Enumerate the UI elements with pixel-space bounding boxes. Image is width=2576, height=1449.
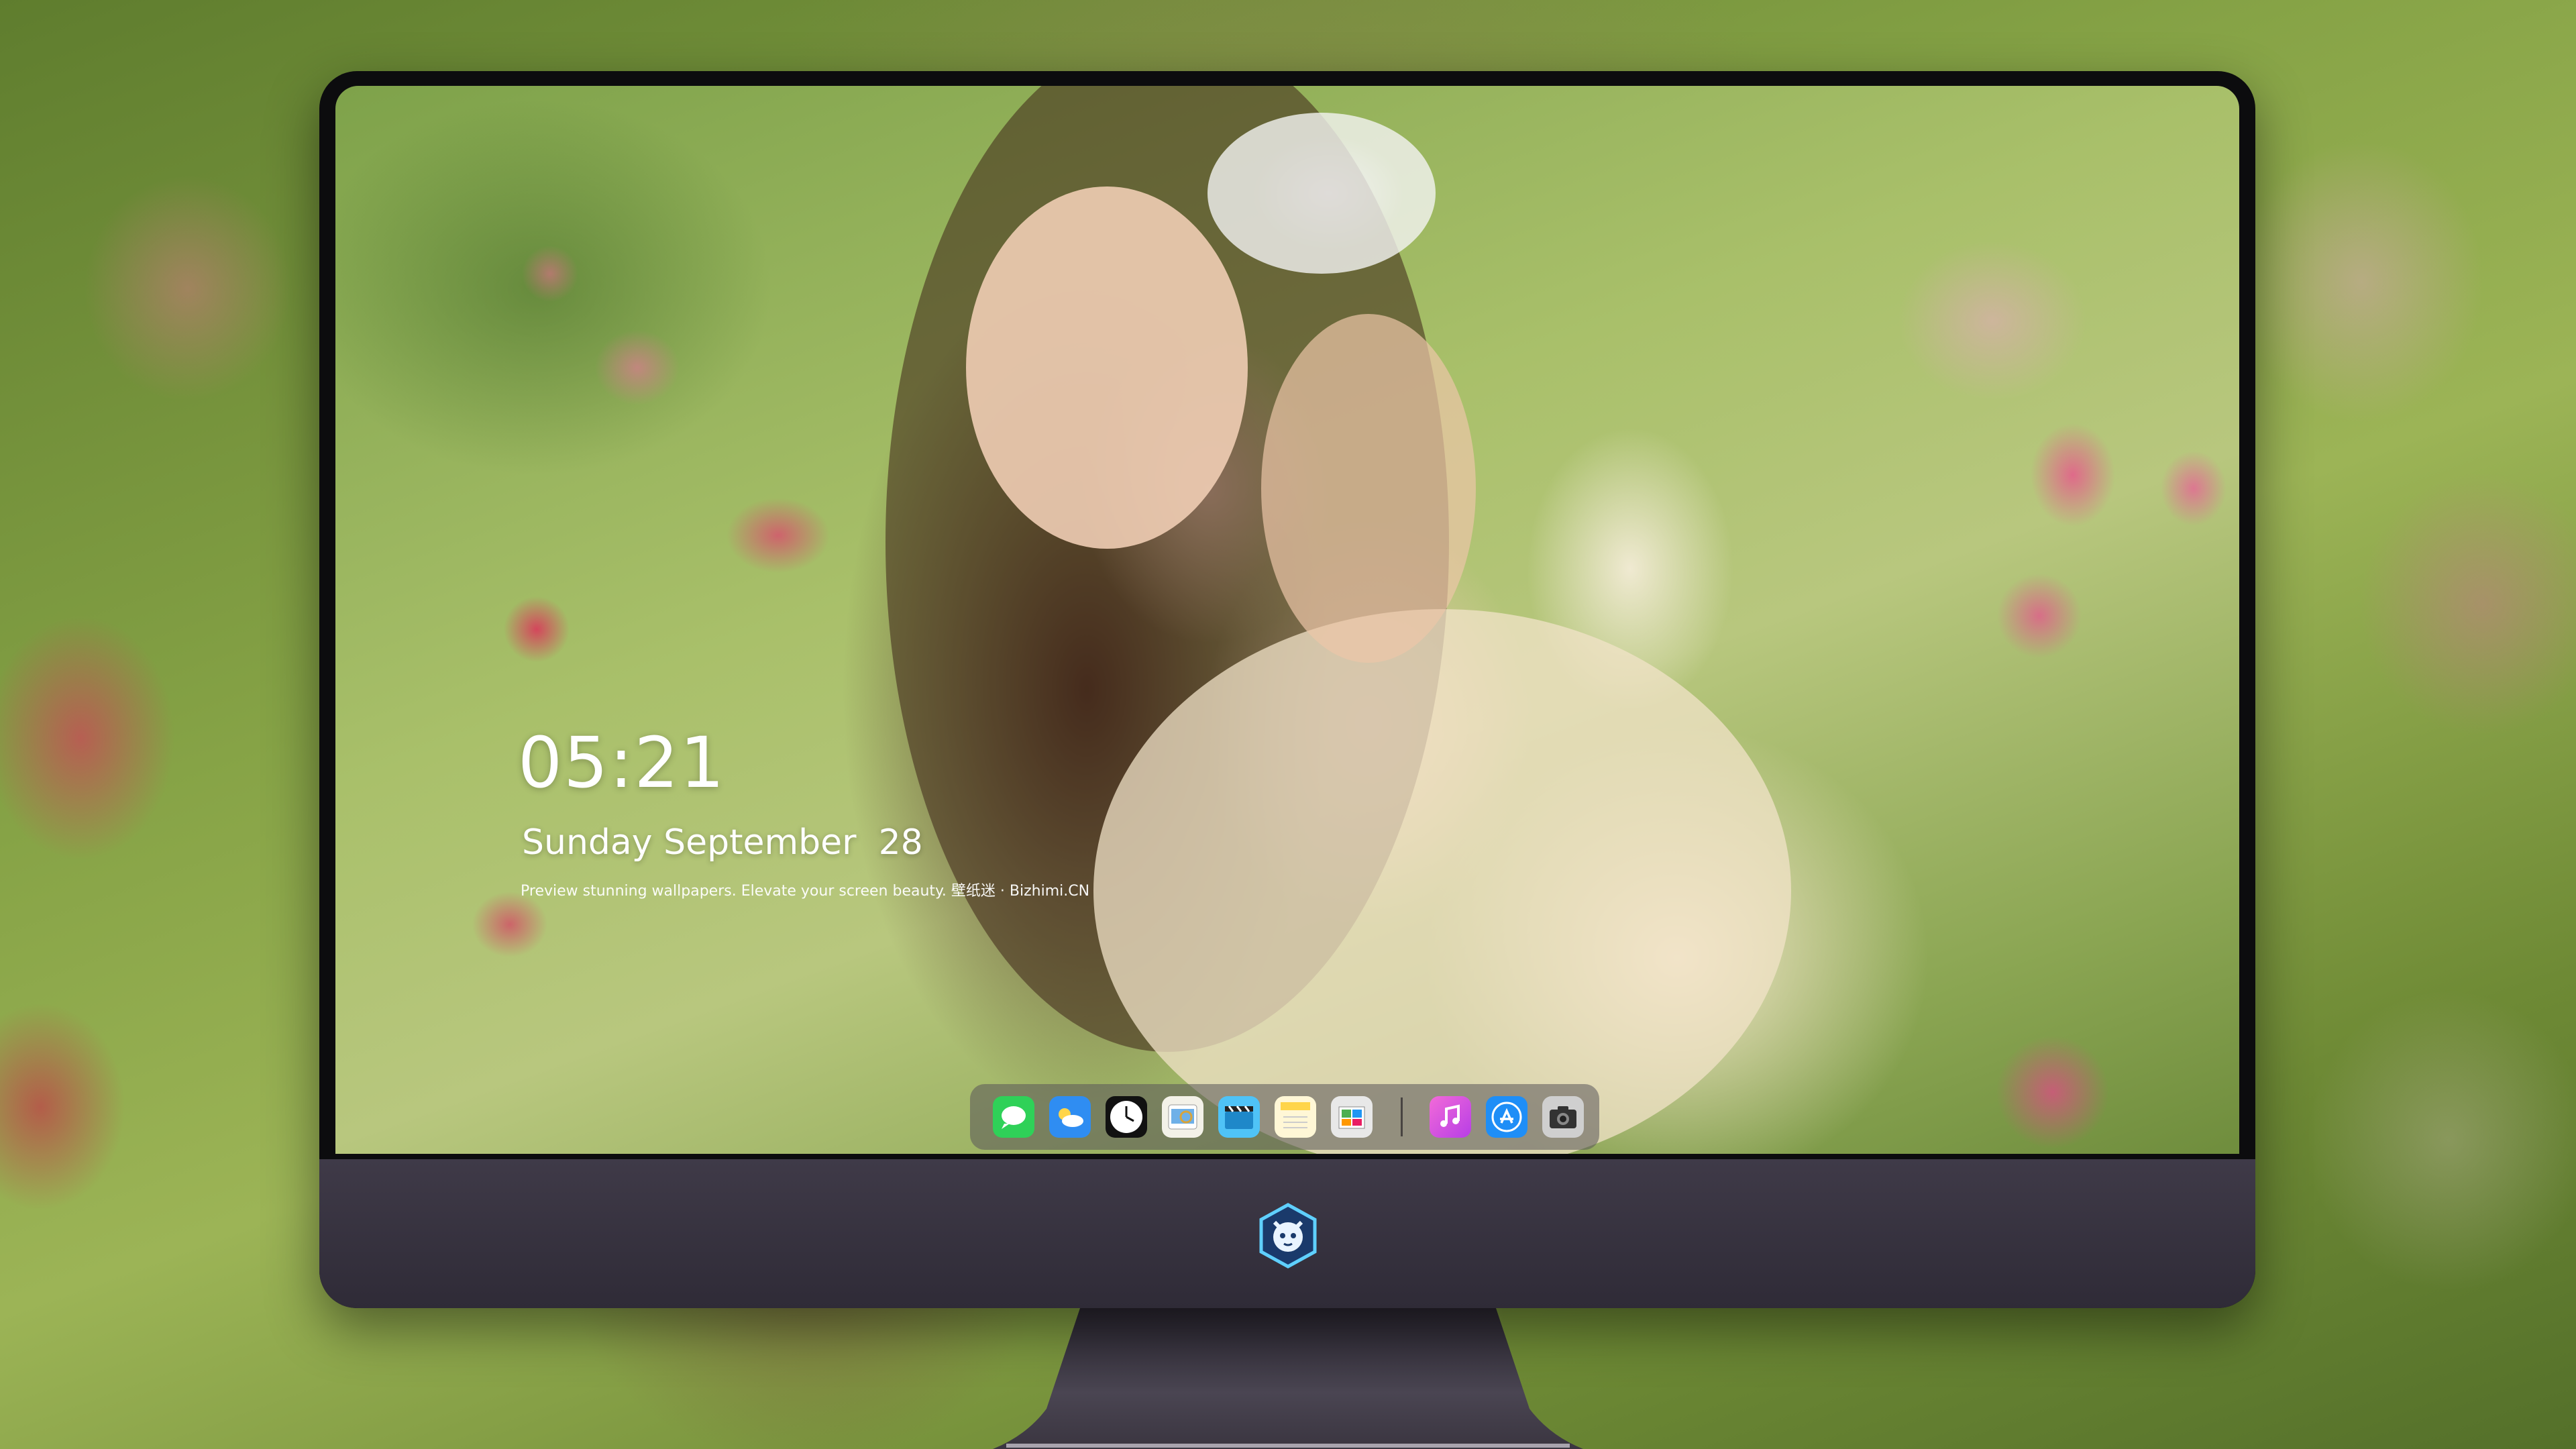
clock-icon[interactable] <box>1106 1096 1147 1138</box>
monitor-stand <box>993 1308 1583 1449</box>
messages-icon[interactable] <box>993 1096 1034 1138</box>
camera-icon[interactable] <box>1542 1096 1584 1138</box>
wallpaper-photo <box>885 86 1791 1154</box>
preview-icon[interactable] <box>1162 1096 1203 1138</box>
video-icon[interactable] <box>1218 1096 1260 1138</box>
lock-tagline: Preview stunning wallpapers. Elevate you… <box>521 883 1090 900</box>
weather-icon[interactable] <box>1049 1096 1091 1138</box>
desktop-mockup: 05:21 Sunday September 28 Preview stunni… <box>0 0 2576 1449</box>
dock <box>970 1084 1599 1150</box>
brand-logo-icon <box>1259 1203 1317 1269</box>
music-icon[interactable] <box>1430 1096 1471 1138</box>
lock-date: Sunday September 28 <box>522 822 923 863</box>
app-store-icon[interactable] <box>1486 1096 1527 1138</box>
lock-clock: 05:21 <box>518 722 726 804</box>
notes-icon[interactable] <box>1275 1096 1316 1138</box>
lock-screen-wallpaper <box>335 86 2239 1154</box>
dock-separator <box>1401 1097 1403 1136</box>
photos-icon[interactable] <box>1331 1096 1373 1138</box>
